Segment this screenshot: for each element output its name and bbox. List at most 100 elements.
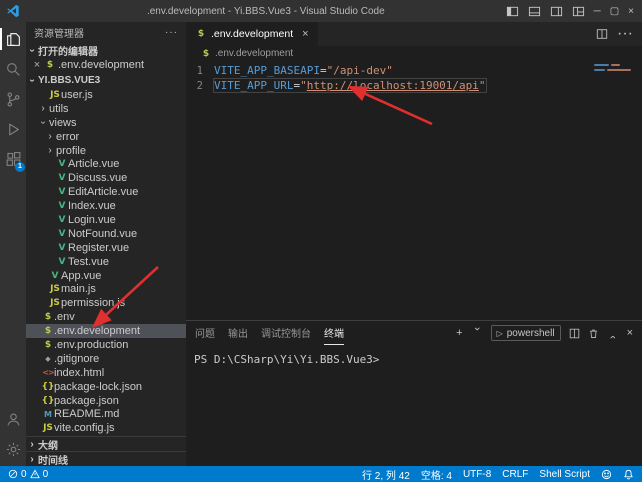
file-name: utils	[49, 103, 69, 115]
tree-item-Discuss.vue[interactable]: VDiscuss.vue	[26, 171, 186, 185]
breadcrumb[interactable]: $ .env.development	[186, 46, 642, 61]
tree-item-EditArticle.vue[interactable]: VEditArticle.vue	[26, 185, 186, 199]
tree-folder-utils[interactable]: ›utils	[26, 102, 186, 116]
file-name: package-lock.json	[54, 381, 142, 393]
sidebar-bottom-sections: › 大纲 › 时间线	[26, 436, 186, 466]
maximize-panel-icon[interactable]: ›	[607, 327, 619, 339]
file-name: Article.vue	[68, 158, 119, 170]
activitybar-extensions[interactable]: 1	[0, 144, 26, 174]
activitybar-settings[interactable]	[0, 434, 26, 464]
tree-item-NotFound.vue[interactable]: VNotFound.vue	[26, 227, 186, 241]
indentation-setting[interactable]: 空格: 4	[421, 467, 452, 482]
tree-item-Register.vue[interactable]: VRegister.vue	[26, 241, 186, 255]
tree-item-Index.vue[interactable]: VIndex.vue	[26, 199, 186, 213]
close-icon[interactable]: ×	[32, 59, 42, 71]
tree-item-vite.config.js[interactable]: JSvite.config.js	[26, 421, 186, 435]
tree-item-user.js[interactable]: JSuser.js	[26, 88, 186, 102]
file-name: Discuss.vue	[68, 172, 127, 184]
tree-item-permission.js[interactable]: JSpermission.js	[26, 296, 186, 310]
tree-item-main.js[interactable]: JSmain.js	[26, 282, 186, 296]
open-editors-label: 打开的编辑器	[38, 43, 98, 58]
tree-item-Test.vue[interactable]: VTest.vue	[26, 255, 186, 269]
kill-terminal-icon[interactable]	[588, 328, 599, 339]
tree-folder-error[interactable]: ›error	[26, 130, 186, 144]
file-name: .env.development	[54, 325, 140, 337]
tree-item-package.json[interactable]: {}package.json	[26, 394, 186, 408]
tree-item-Login.vue[interactable]: VLogin.vue	[26, 213, 186, 227]
close-panel-icon[interactable]: ×	[627, 327, 633, 339]
search-icon	[5, 61, 22, 78]
tree-item-.env[interactable]: $.env	[26, 310, 186, 324]
panel-tab-调试控制台[interactable]: 调试控制台	[261, 321, 311, 345]
encoding-setting[interactable]: UTF-8	[463, 469, 491, 480]
toggle-panel-icon[interactable]	[528, 5, 541, 18]
project-root-label: YI.BBS.VUE3	[38, 75, 100, 86]
close-icon[interactable]: ×	[302, 28, 308, 40]
open-editors-header[interactable]: › 打开的编辑器	[26, 42, 186, 58]
status-bar: 0 0 行 2, 列 42 空格: 4 UTF-8 CRLF Shell Scr…	[0, 466, 642, 482]
shell-file-icon: $	[44, 60, 56, 70]
shell-label: powershell	[507, 328, 555, 339]
toggle-secondary-sidebar-icon[interactable]	[550, 5, 563, 18]
chevron-down-icon[interactable]: ›	[471, 327, 483, 339]
outline-section-header[interactable]: › 大纲	[26, 436, 186, 451]
terminal-shell-selector[interactable]: ▷ powershell	[491, 325, 561, 341]
tree-item-.gitignore[interactable]: ◆.gitignore	[26, 352, 186, 366]
chevron-collapsed-icon: ›	[44, 131, 56, 142]
minimap[interactable]	[594, 64, 640, 74]
activitybar-run-debug[interactable]	[0, 114, 26, 144]
file-name: package.json	[54, 395, 119, 407]
terminal-icon: ▷	[497, 329, 503, 338]
activitybar-explorer[interactable]	[0, 24, 26, 54]
close-button[interactable]: ×	[628, 6, 634, 17]
sidebar-more-actions-icon[interactable]: ···	[165, 27, 178, 38]
eol-setting[interactable]: CRLF	[502, 469, 528, 480]
panel-tabs: 问题输出调试控制台终端	[195, 321, 357, 345]
language-mode[interactable]: Shell Script	[539, 469, 590, 480]
tree-item-.env.production[interactable]: $.env.production	[26, 338, 186, 352]
new-terminal-icon[interactable]: +	[456, 327, 462, 339]
notifications-bell-icon[interactable]	[623, 469, 634, 480]
customize-layout-icon[interactable]	[572, 5, 585, 18]
panel-tab-问题[interactable]: 问题	[195, 321, 215, 345]
activitybar-source-control[interactable]	[0, 84, 26, 114]
tree-item-App.vue[interactable]: VApp.vue	[26, 269, 186, 283]
split-editor-icon[interactable]	[596, 28, 608, 40]
file-name: .env	[54, 311, 75, 323]
js-file-icon: JS	[49, 298, 61, 308]
toggle-sidebar-icon[interactable]	[506, 5, 519, 18]
panel-tab-输出[interactable]: 输出	[228, 321, 248, 345]
file-name: main.js	[61, 283, 96, 295]
problems-indicator[interactable]: 0 0	[8, 469, 48, 480]
code-line-2[interactable]: 2VITE_APP_URL="http://localhost:19001/ap…	[186, 78, 642, 93]
minimize-button[interactable]: ─	[594, 6, 601, 17]
error-icon	[8, 469, 18, 479]
run-debug-icon	[5, 121, 22, 138]
tree-item-.env.development[interactable]: $.env.development	[26, 324, 186, 338]
activitybar-search[interactable]	[0, 54, 26, 84]
tab-env-development[interactable]: $ .env.development ×	[186, 22, 318, 46]
tree-item-index.html[interactable]: <>index.html	[26, 366, 186, 380]
split-terminal-icon[interactable]	[569, 328, 580, 339]
tree-folder-views[interactable]: ›views	[26, 116, 186, 130]
code-token: http://localhost:19001/api	[307, 79, 479, 92]
shell-file-icon: $	[195, 29, 207, 39]
editor-more-actions-icon[interactable]: ···	[617, 25, 633, 43]
code-editor[interactable]: 1VITE_APP_BASEAPI="/api-dev"2VITE_APP_UR…	[186, 61, 642, 320]
maximize-button[interactable]: ▢	[610, 6, 619, 17]
chevron-collapsed-icon: ›	[26, 454, 38, 465]
code-line-1[interactable]: 1VITE_APP_BASEAPI="/api-dev"	[186, 63, 642, 78]
code-token: "/api-dev"	[327, 64, 393, 77]
terminal-output[interactable]: PS D:\CSharp\Yi\Yi.BBS.Vue3>	[186, 345, 642, 466]
tree-item-Article.vue[interactable]: VArticle.vue	[26, 157, 186, 171]
tree-folder-profile[interactable]: ›profile	[26, 144, 186, 158]
open-editor-item[interactable]: × $ .env.development	[26, 58, 186, 72]
timeline-section-header[interactable]: › 时间线	[26, 451, 186, 466]
project-root-header[interactable]: › YI.BBS.VUE3	[26, 72, 186, 88]
tree-item-README.md[interactable]: MREADME.md	[26, 407, 186, 421]
cursor-position[interactable]: 行 2, 列 42	[362, 467, 410, 482]
feedback-smiley-icon[interactable]	[601, 469, 612, 480]
panel-tab-终端[interactable]: 终端	[324, 321, 344, 345]
activitybar-accounts[interactable]	[0, 404, 26, 434]
tree-item-package-lock.json[interactable]: {}package-lock.json	[26, 380, 186, 394]
